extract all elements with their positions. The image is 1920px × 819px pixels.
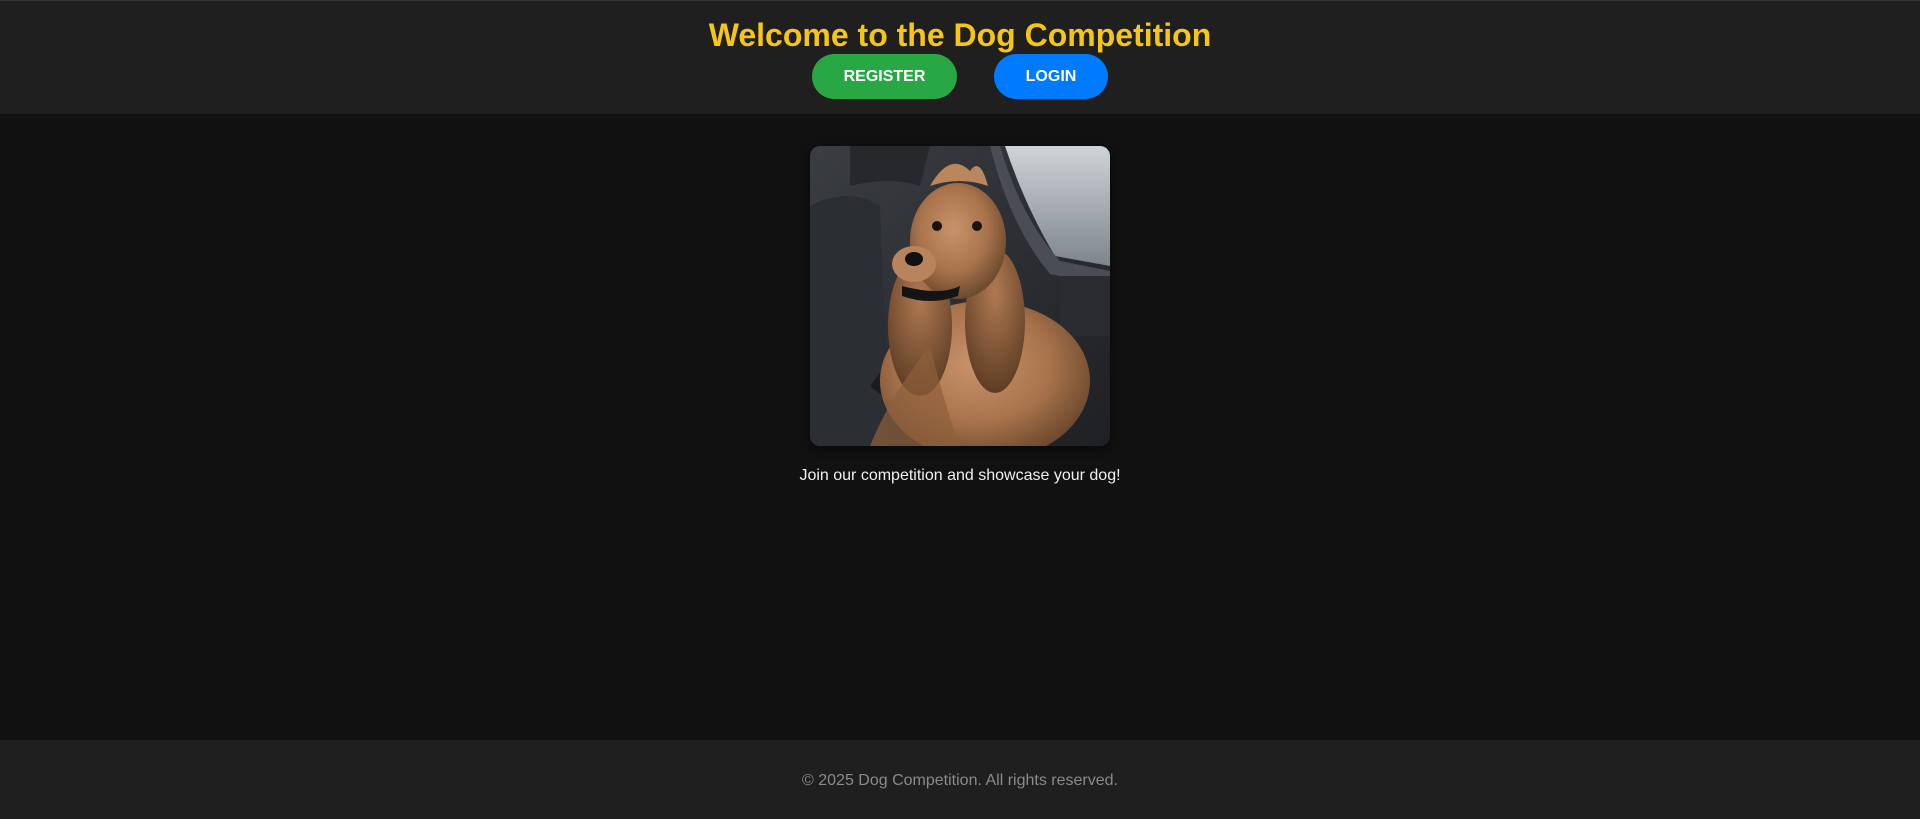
dog-photo bbox=[810, 146, 1110, 446]
login-button[interactable]: LOGIN bbox=[994, 54, 1108, 99]
site-header: Welcome to the Dog Competition REGISTER … bbox=[0, 0, 1920, 114]
tagline: Join our competition and showcase your d… bbox=[799, 467, 1121, 484]
copyright-text: © 2025 Dog Competition. All rights reser… bbox=[802, 772, 1118, 789]
site-footer: © 2025 Dog Competition. All rights reser… bbox=[0, 740, 1920, 819]
page-title: Welcome to the Dog Competition bbox=[708, 17, 1212, 53]
register-button[interactable]: REGISTER bbox=[812, 54, 957, 99]
page: Welcome to the Dog Competition REGISTER … bbox=[0, 0, 1920, 819]
